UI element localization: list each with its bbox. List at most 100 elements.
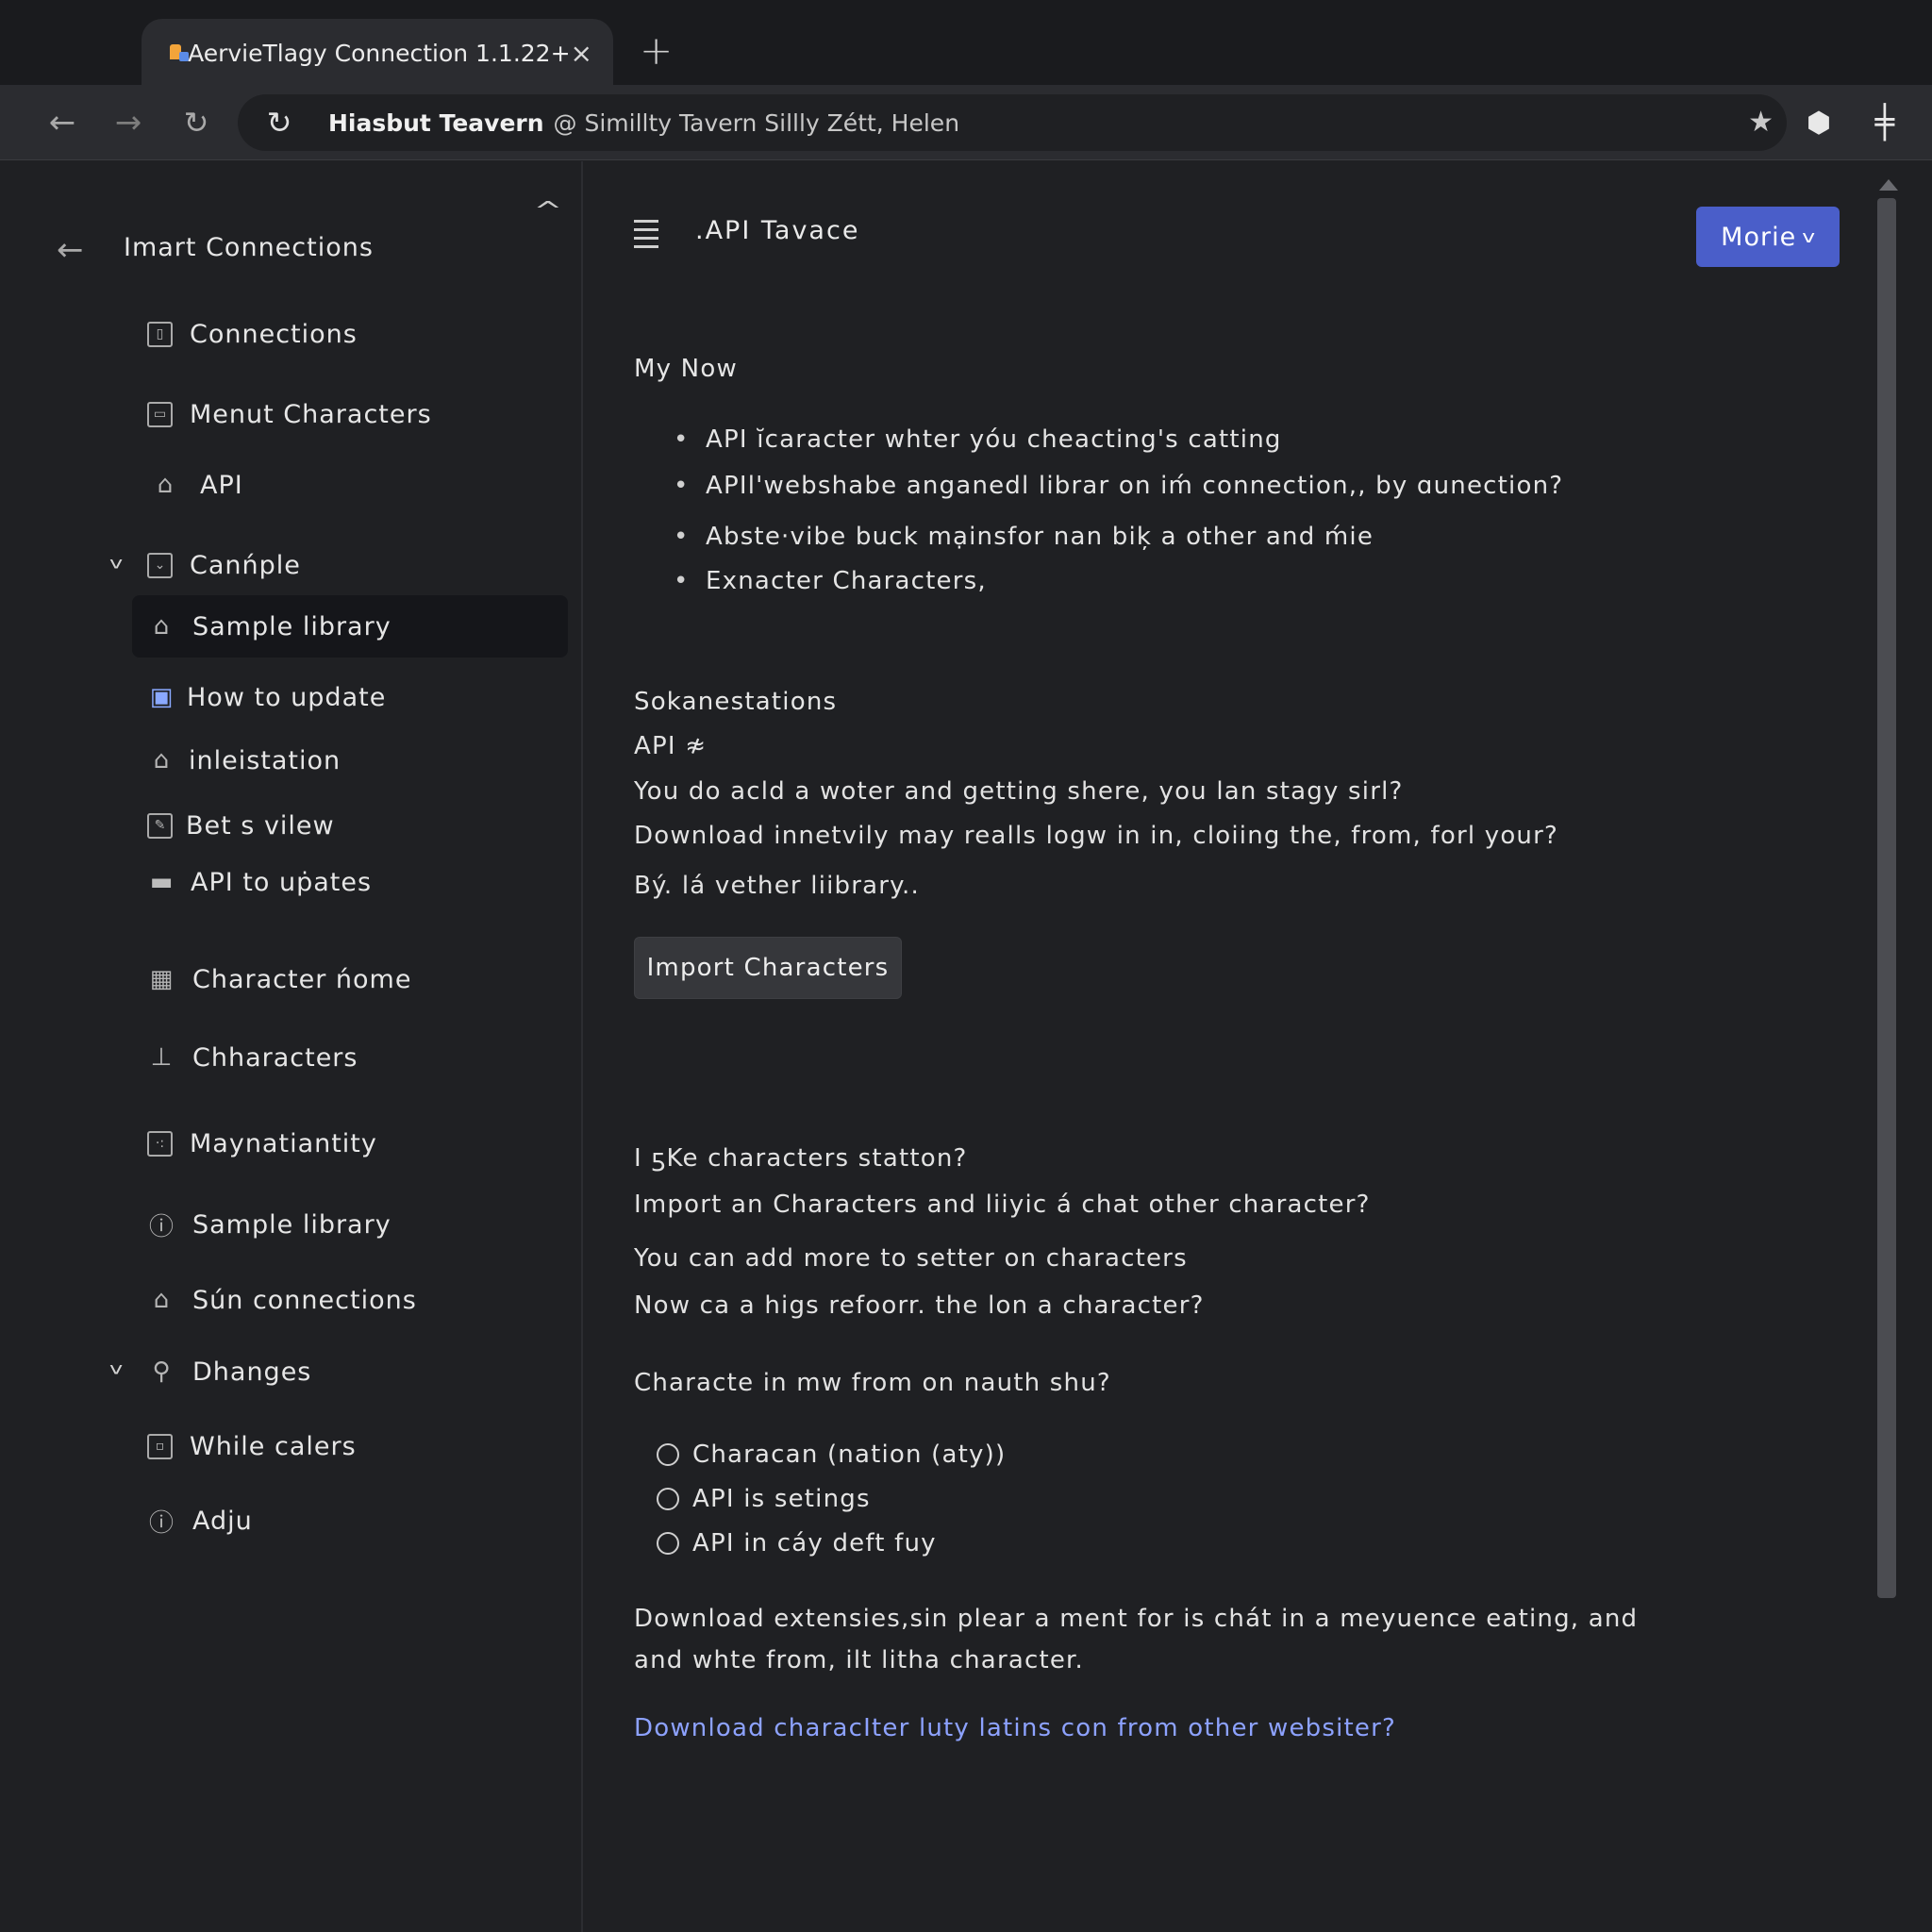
sidebar-item-label: Menut Characters xyxy=(190,399,432,429)
new-tab-button[interactable]: + xyxy=(640,26,673,75)
sidebar-item-maynatiantity[interactable]: ·: Maynatiantity xyxy=(147,1112,377,1174)
printer-icon: ▣ xyxy=(149,683,174,711)
radio-option[interactable]: Characan (nation (aty)) xyxy=(657,1441,1006,1469)
sidebar-item-label: API to uṗates xyxy=(191,867,373,897)
sidebar-item-dhanges[interactable]: ⚲ Dhanges xyxy=(147,1341,311,1403)
radio-button[interactable] xyxy=(657,1532,679,1555)
sidebar-item-label: Connections xyxy=(190,319,358,349)
paragraph-line: Download extensies,sin plear a ment for … xyxy=(634,1605,1639,1633)
browser-tab[interactable]: AervieTlagy Connection 1.1.22+ × xyxy=(142,19,613,87)
folder-icon: ▬ xyxy=(149,868,174,896)
expand-chevron-icon[interactable]: v xyxy=(109,1359,123,1378)
main-content: .API Tavace Morie v My Now API ĭcaracter… xyxy=(585,161,1875,1932)
menu-icon[interactable]: ╪ xyxy=(1862,100,1907,145)
chevron-down-icon: v xyxy=(1802,226,1817,247)
sidebar-item-while-calers[interactable]: ▫ While calers xyxy=(147,1415,357,1477)
sidebar-item-label: Character ńome xyxy=(192,964,412,994)
sidebar-item-label: How to update xyxy=(187,682,387,712)
reload-icon[interactable]: ↻ xyxy=(174,100,219,145)
sidebar-item-api[interactable]: ⌂ API xyxy=(151,454,243,516)
scrollbar-thumb[interactable] xyxy=(1877,198,1896,1598)
question-line: Now ca a higs refoorr. the lon a charact… xyxy=(634,1291,1205,1320)
pin-icon: ⊥ xyxy=(150,1043,173,1072)
sidebar-item-label: API xyxy=(200,470,243,500)
forward-arrow-icon[interactable]: → xyxy=(106,100,151,145)
list-item: APIl'webshabe anganedl librar on iḿ conn… xyxy=(674,472,1563,500)
sidebar-item-bets-view[interactable]: ✎ Bet s vilew xyxy=(147,794,335,857)
more-button[interactable]: Morie v xyxy=(1696,207,1840,267)
section-heading: Sokanestations xyxy=(634,688,838,716)
paragraph-line: and whte from, ilt litha character. xyxy=(634,1646,1085,1674)
sidebar-item-how-to-update[interactable]: ▣ How to update xyxy=(147,666,386,728)
close-tab-icon[interactable]: × xyxy=(571,38,592,69)
browser-toolbar: ← → ↻ ↻ Hiasbut Teavern @ Simillty Taver… xyxy=(0,85,1932,160)
sidebar-item-api-to-updates[interactable]: ▬ API to uṗates xyxy=(147,851,372,913)
tab-strip: AervieTlagy Connection 1.1.22+ × + xyxy=(0,0,1932,87)
sidebar-item-menut-characters[interactable]: ▭ Menut Characters xyxy=(147,383,432,445)
section-heading: My Now xyxy=(634,355,738,383)
bookmark-star-icon[interactable]: ★ xyxy=(1748,106,1774,139)
card-icon: ▭ xyxy=(147,401,173,427)
extension-shield-icon[interactable]: ⬢ xyxy=(1796,100,1841,145)
sidebar-item-sun-connections[interactable]: ⌂ Sún connections xyxy=(147,1269,417,1331)
question-line: I ƽKe characters statton? xyxy=(634,1144,968,1173)
url-path: @ Simillty Tavern Sillly Zétt, Helen xyxy=(553,108,960,137)
sidebar-item-label: Adju xyxy=(192,1506,253,1536)
paragraph-line: Bý. lá vether liibrary.. xyxy=(634,872,920,900)
tab-title: AervieTlagy Connection 1.1.22+ xyxy=(188,39,571,67)
info-circle-icon: ⓘ xyxy=(148,1212,174,1241)
radio-button[interactable] xyxy=(657,1488,679,1510)
house-outline-icon: ⌂ xyxy=(153,1286,170,1314)
import-characters-button[interactable]: Import Characters xyxy=(634,937,902,999)
site-info-icon[interactable]: ↻ xyxy=(258,105,300,141)
scroll-up-arrow-icon[interactable] xyxy=(1879,179,1898,191)
sidebar-item-label: Bet s vilew xyxy=(186,810,335,841)
building-icon: ▦ xyxy=(149,965,174,993)
list-item: Exnacter Characters, xyxy=(674,567,987,595)
more-button-label: Morie xyxy=(1721,222,1797,252)
sidebar-item-label: Sample library xyxy=(192,611,391,641)
sidebar-item-label: Dhanges xyxy=(192,1357,312,1387)
sidebar-item-label: While calers xyxy=(190,1431,357,1461)
sidebar-item-character-home[interactable]: ▦ Character ńome xyxy=(147,948,411,1010)
sidebar-item-inleistation[interactable]: ⌂ inleistation xyxy=(147,729,341,791)
sidebar-item-label: Chharacters xyxy=(192,1042,358,1073)
sidebar-item-connections[interactable]: ▯ Connections xyxy=(147,303,358,365)
list-item: Abste·vibe buck mạinsfor nan biķ a other… xyxy=(674,523,1374,551)
download-link[interactable]: Download characIter luty latins con from… xyxy=(634,1714,1396,1742)
sidebar-item-label: Maynatiantity xyxy=(190,1128,377,1158)
sidebar-item-canple[interactable]: ⌄ Canńple xyxy=(147,534,301,596)
box-icon: ·: xyxy=(147,1130,173,1157)
favicon-icon xyxy=(168,41,189,65)
back-arrow-icon[interactable]: ← xyxy=(57,231,84,269)
question-line: Import an Characters and liiyic á chat o… xyxy=(634,1191,1371,1219)
person-icon: ⚲ xyxy=(152,1357,171,1386)
sidebar-item-label: Sample library xyxy=(192,1209,391,1240)
hamburger-menu-icon[interactable] xyxy=(634,220,658,254)
radio-option[interactable]: API in cáy deft fuy xyxy=(657,1529,937,1557)
sidebar-item-label: inleistation xyxy=(189,745,341,775)
sidebar-item-chharacters[interactable]: ⊥ Chharacters xyxy=(147,1026,358,1089)
collapse-chevron-icon[interactable]: ^ xyxy=(534,197,563,225)
radio-label: API is setings xyxy=(692,1485,871,1513)
back-arrow-icon[interactable]: ← xyxy=(40,100,85,145)
url-host: Hiasbut Teavern xyxy=(328,108,544,137)
sidebar-item-sample-library-2[interactable]: ⓘ Sample library xyxy=(147,1193,391,1256)
sidebar-item-sample-library[interactable]: ⌂ Sample library xyxy=(132,595,568,658)
sidebar-item-adju[interactable]: ⓘ Adju xyxy=(147,1490,253,1552)
radio-option[interactable]: API is setings xyxy=(657,1485,871,1513)
paragraph-line: You do acld a woter and getting shere, y… xyxy=(634,777,1404,806)
window-icon: ▫ xyxy=(147,1433,173,1459)
sidebar-item-label: Canńple xyxy=(190,550,301,580)
radio-label: Characan (nation (aty)) xyxy=(692,1441,1007,1469)
expand-chevron-icon[interactable]: v xyxy=(109,554,123,573)
radio-label: API in cáy deft fuy xyxy=(692,1529,937,1557)
home-icon: ⌂ xyxy=(157,471,174,499)
box-icon: ⌄ xyxy=(147,552,173,578)
address-bar[interactable]: ↻ Hiasbut Teavern @ Simillty Tavern Sill… xyxy=(238,94,1787,151)
paragraph-line: Download innetvily may realls logw in in… xyxy=(634,822,1558,850)
sidebar-title: Imart Connections xyxy=(124,233,374,262)
radio-button[interactable] xyxy=(657,1443,679,1466)
info-circle-icon: ⓘ xyxy=(148,1508,174,1538)
edit-icon: ✎ xyxy=(147,812,173,839)
